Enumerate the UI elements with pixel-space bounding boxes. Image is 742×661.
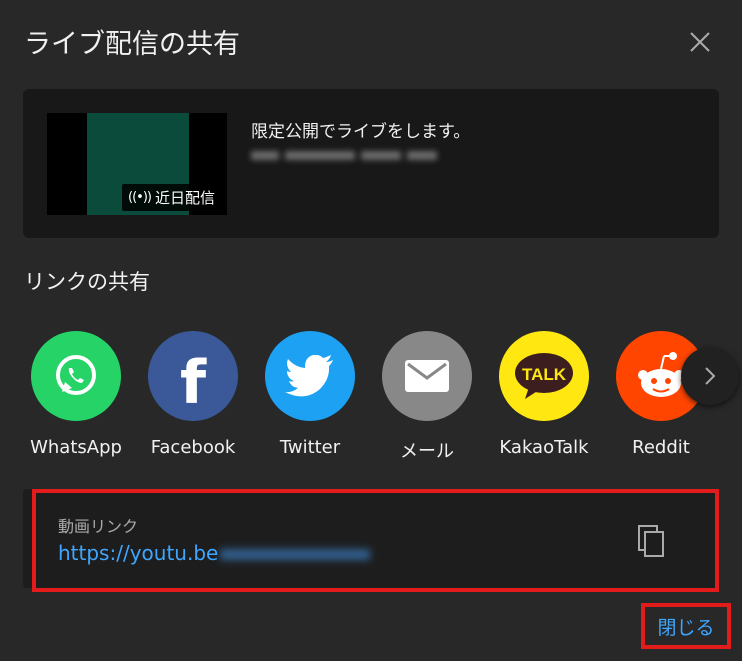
share-facebook-button[interactable]: f Facebook: [138, 331, 248, 458]
svg-text:TALK: TALK: [522, 365, 567, 384]
chevron-right-icon: [705, 367, 716, 385]
share-kakaotalk-label: KakaoTalk: [499, 437, 589, 458]
video-link-box: [23, 489, 719, 588]
kakaotalk-icon: TALK: [499, 331, 589, 421]
video-link-url[interactable]: https://youtu.be: [58, 541, 218, 565]
share-heading: リンクの共有: [24, 270, 150, 294]
upcoming-badge-text: 近日配信: [154, 189, 215, 207]
share-twitter-label: Twitter: [279, 437, 341, 458]
share-mail-button[interactable]: メール: [372, 331, 482, 463]
share-targets: WhatsApp f Facebook Twitter メール TALK Kak…: [0, 331, 742, 463]
video-card: ((•)) 近日配信 限定公開でライブをします。: [23, 89, 719, 238]
upcoming-badge: ((•)) 近日配信: [122, 184, 223, 211]
video-link-label: 動画リンク: [58, 517, 139, 536]
share-kakaotalk-button[interactable]: TALK KakaoTalk: [489, 331, 599, 458]
dialog-title: ライブ配信の共有: [24, 29, 240, 60]
close-button[interactable]: [684, 26, 716, 58]
video-link-url-redacted: [220, 543, 375, 565]
facebook-icon: f: [148, 331, 238, 421]
copy-icon: [638, 525, 664, 557]
share-facebook-label: Facebook: [150, 437, 236, 458]
copy-link-button[interactable]: [633, 522, 673, 562]
share-reddit-label: Reddit: [632, 437, 690, 458]
video-scheduled-time-redacted: [251, 147, 441, 163]
share-next-button[interactable]: [681, 347, 739, 405]
close-icon: [690, 32, 710, 52]
close-dialog-button[interactable]: 閉じる: [641, 603, 731, 649]
live-broadcast-icon: ((•)): [128, 190, 152, 205]
mail-icon: [382, 331, 472, 421]
share-whatsapp-button[interactable]: WhatsApp: [21, 331, 131, 458]
video-thumbnail: ((•)) 近日配信: [47, 113, 227, 215]
share-twitter-button[interactable]: Twitter: [255, 331, 365, 458]
whatsapp-icon: [31, 331, 121, 421]
share-whatsapp-label: WhatsApp: [30, 437, 122, 458]
twitter-icon: [265, 331, 355, 421]
share-mail-label: メール: [400, 441, 454, 462]
video-title: 限定公開でライブをします。: [251, 122, 471, 142]
